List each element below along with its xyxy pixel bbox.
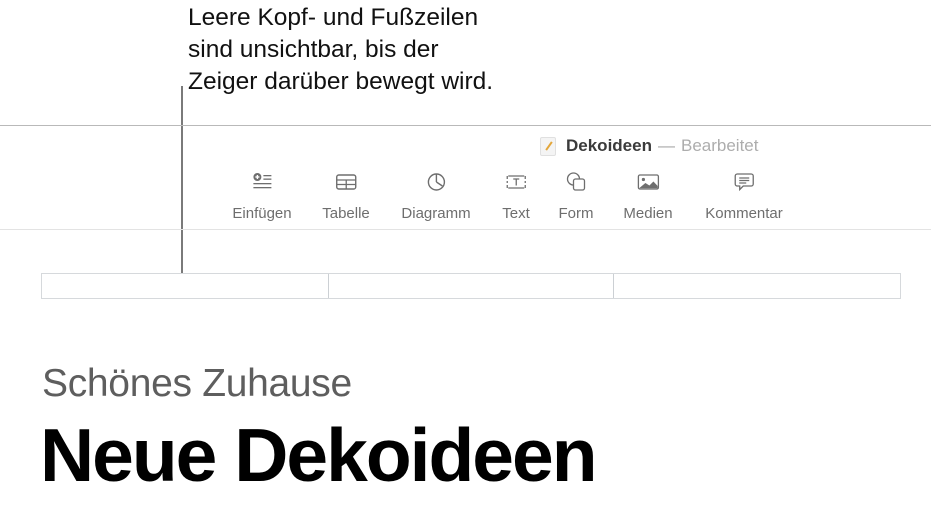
toolbar-table-label: Tabelle: [322, 205, 370, 222]
header-field-center[interactable]: [329, 274, 614, 298]
toolbar-table-button[interactable]: Tabelle: [322, 170, 370, 222]
toolbar-media-label: Medien: [623, 205, 673, 222]
window-title: Dekoideen — Bearbeitet: [540, 135, 758, 157]
shape-icon: [565, 170, 587, 194]
title-separator: —: [657, 136, 675, 155]
toolbar-insert-button[interactable]: Einfügen: [232, 170, 292, 222]
toolbar-text-label: Text: [502, 205, 530, 222]
toolbar-shape-button[interactable]: Form: [559, 170, 594, 222]
pages-document-icon: [540, 136, 556, 156]
toolbar-text-button[interactable]: Text: [502, 170, 530, 222]
toolbar-chart-button[interactable]: Diagramm: [401, 170, 471, 222]
callout-annotation: Leere Kopf- und Fußzeilen sind unsichtba…: [188, 4, 494, 95]
comment-icon: [733, 170, 755, 194]
table-icon: [335, 170, 357, 194]
page-header: [41, 273, 901, 299]
document-title[interactable]: Neue Dekoideen: [40, 412, 598, 498]
toolbar-comment-label: Kommentar: [705, 205, 783, 222]
document-subtitle[interactable]: Schönes Zuhause: [42, 362, 352, 406]
toolbar-chart-label: Diagramm: [401, 205, 471, 222]
chart-icon: [425, 170, 447, 194]
header-field-left[interactable]: [42, 274, 329, 298]
toolbar-media-button[interactable]: Medien: [623, 170, 673, 222]
toolbar-comment-button[interactable]: Kommentar: [705, 170, 783, 222]
callout-leader-line: [181, 86, 183, 273]
insert-icon: [251, 170, 273, 194]
window-top-divider: [0, 125, 931, 126]
header-field-right[interactable]: [614, 274, 900, 298]
toolbar-bottom-divider: [0, 229, 931, 230]
toolbar-insert-label: Einfügen: [232, 205, 292, 222]
edit-status: Bearbeitet: [680, 136, 759, 155]
toolbar-shape-label: Form: [558, 205, 594, 222]
textbox-icon: [504, 170, 528, 194]
document-name[interactable]: Dekoideen: [566, 136, 652, 156]
media-icon: [636, 170, 660, 194]
